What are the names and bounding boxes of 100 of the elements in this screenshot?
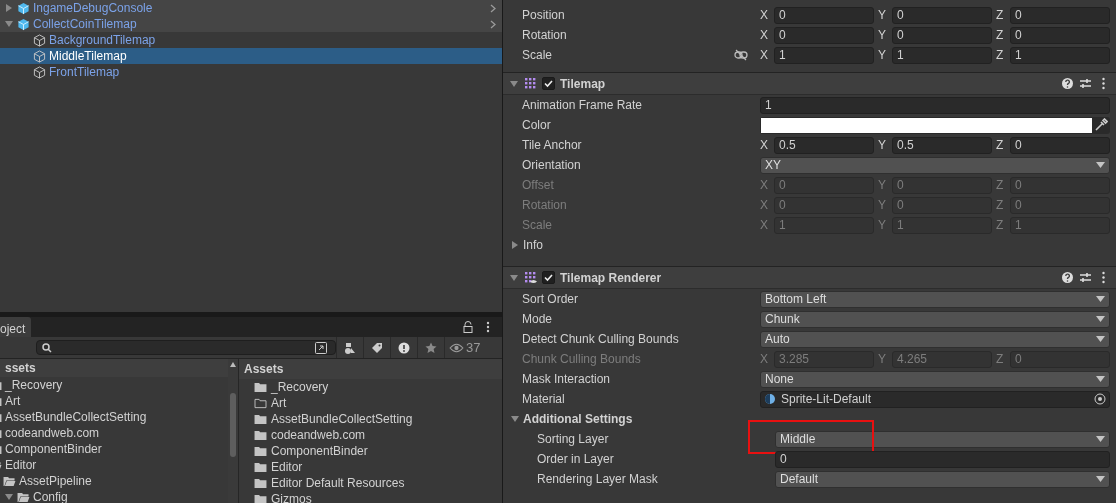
number-field[interactable]: 0 <box>774 6 874 24</box>
collapsed-arrow-icon[interactable] <box>511 241 519 249</box>
dropdown[interactable]: Middle <box>775 430 1110 448</box>
folder-item[interactable]: AssetBundleCollectSetting <box>5 410 147 424</box>
expanded-arrow-icon[interactable] <box>510 273 518 282</box>
expanded-arrow-icon[interactable] <box>510 79 518 88</box>
folder-item[interactable]: _Recovery <box>5 378 63 392</box>
object-picker-icon[interactable] <box>1094 393 1106 405</box>
dropdown[interactable]: Bottom Left <box>760 290 1110 308</box>
axis-label: Y <box>878 178 887 192</box>
axis-label: X <box>760 48 769 62</box>
hierarchy-item[interactable]: BackgroundTilemap <box>49 33 156 47</box>
expanded-arrow-icon[interactable] <box>511 415 519 423</box>
hierarchy-item[interactable]: MiddleTilemap <box>49 49 127 63</box>
folder-item[interactable]: _Recovery <box>271 380 329 394</box>
expanded-arrow-icon[interactable] <box>5 493 13 501</box>
folder-item[interactable]: codeandweb.com <box>271 428 366 442</box>
number-field[interactable]: 0.5 <box>892 136 992 154</box>
help-icon[interactable] <box>1061 77 1074 90</box>
number-field[interactable]: 0.5 <box>774 136 874 154</box>
settings-sliders-icon[interactable] <box>1079 77 1092 90</box>
number-field[interactable]: 1 <box>774 46 874 64</box>
check-icon <box>543 272 554 283</box>
folder-item[interactable]: Editor Default Resources <box>271 476 405 490</box>
filter-type-icon[interactable] <box>344 341 356 354</box>
folder-item[interactable]: Art <box>5 394 21 408</box>
caret-icon <box>1096 336 1105 342</box>
number-field[interactable]: 0 <box>892 26 992 44</box>
hierarchy-item[interactable]: CollectCoinTilemap <box>33 17 137 31</box>
scrollbar[interactable] <box>228 359 239 503</box>
axis-label: X <box>760 28 769 42</box>
expanded-arrow-icon[interactable] <box>5 20 13 28</box>
axis-label: Y <box>878 138 887 152</box>
number-field[interactable]: 1 <box>760 96 1110 114</box>
folder-item[interactable]: Editor <box>5 458 37 472</box>
folder-item[interactable]: Editor <box>271 460 303 474</box>
search-field[interactable] <box>36 340 336 355</box>
number-field[interactable]: 1 <box>1010 46 1110 64</box>
help-icon[interactable] <box>1061 271 1074 284</box>
axis-label: Z <box>996 8 1005 22</box>
number-field[interactable]: 0 <box>892 6 992 24</box>
property-label: Mode <box>522 312 553 326</box>
number-field[interactable]: 0 <box>1010 136 1110 154</box>
folder-item[interactable]: Config <box>33 490 68 503</box>
folder-item[interactable]: codeandweb.com <box>5 426 100 440</box>
warning-icon[interactable] <box>398 341 410 354</box>
open-folder-icon <box>17 491 30 503</box>
broken-link-icon[interactable] <box>734 49 748 61</box>
axis-label: Z <box>996 28 1005 42</box>
folder-item[interactable]: ComponentBinder <box>5 442 102 456</box>
property-label: Offset <box>522 178 554 192</box>
project-tab[interactable]: oject <box>0 317 32 337</box>
color-swatch[interactable] <box>761 117 1092 133</box>
property-label: Sort Order <box>522 292 578 306</box>
dropdown[interactable]: Chunk <box>760 310 1110 328</box>
visibility-count[interactable]: 37 <box>444 337 485 358</box>
enable-checkbox[interactable] <box>542 77 555 90</box>
folder-item[interactable]: Gizmos <box>271 492 312 503</box>
folder-item[interactable]: AssetPipeline <box>19 474 92 488</box>
number-field[interactable]: 0 <box>1010 26 1110 44</box>
property-label: Material <box>522 392 565 406</box>
axis-label: X <box>760 218 769 232</box>
lock-icon[interactable] <box>462 321 474 333</box>
property-label: Rotation <box>522 28 567 42</box>
folder-item[interactable]: Art <box>271 396 287 410</box>
caret-icon <box>1096 476 1105 482</box>
property-label: Order in Layer <box>537 452 614 466</box>
collapsed-arrow-icon[interactable] <box>5 4 13 12</box>
tag-icon[interactable] <box>371 341 383 354</box>
scroll-up-icon[interactable] <box>230 362 236 367</box>
star-icon[interactable] <box>425 341 437 354</box>
object-field[interactable]: Sprite-Lit-Default <box>760 390 1110 408</box>
property-label: Animation Frame Rate <box>522 98 643 112</box>
grid-eye-icon <box>524 271 537 284</box>
axis-label: X <box>760 8 769 22</box>
dropdown[interactable]: Default <box>775 470 1110 488</box>
grid-icon <box>524 77 537 90</box>
axis-label: Y <box>878 352 887 366</box>
axis-label: X <box>760 178 769 192</box>
eye-icon <box>449 341 464 354</box>
foldout-label[interactable]: Additional Settings <box>523 412 633 426</box>
number-field[interactable]: 0 <box>774 26 874 44</box>
number-field[interactable]: 0 <box>775 450 1110 468</box>
number-field[interactable]: 0 <box>1010 6 1110 24</box>
axis-label: Y <box>878 8 887 22</box>
eyedropper-icon[interactable] <box>1094 118 1108 132</box>
property-label: Sorting Layer <box>537 432 609 446</box>
enable-checkbox[interactable] <box>542 271 555 284</box>
folder-item[interactable]: AssetBundleCollectSetting <box>271 412 413 426</box>
hierarchy-item[interactable]: FrontTilemap <box>49 65 120 79</box>
number-field[interactable]: 1 <box>892 46 992 64</box>
expand-search-icon[interactable] <box>315 341 327 354</box>
dropdown[interactable]: Auto <box>760 330 1110 348</box>
folder-item[interactable]: ComponentBinder <box>271 444 368 458</box>
property-label: Rendering Layer Mask <box>537 472 658 486</box>
dropdown[interactable]: None <box>760 370 1110 388</box>
foldout-label[interactable]: Info <box>523 238 543 252</box>
property-label: Orientation <box>522 158 581 172</box>
dropdown[interactable]: XY <box>760 156 1110 174</box>
settings-sliders-icon[interactable] <box>1079 271 1092 284</box>
